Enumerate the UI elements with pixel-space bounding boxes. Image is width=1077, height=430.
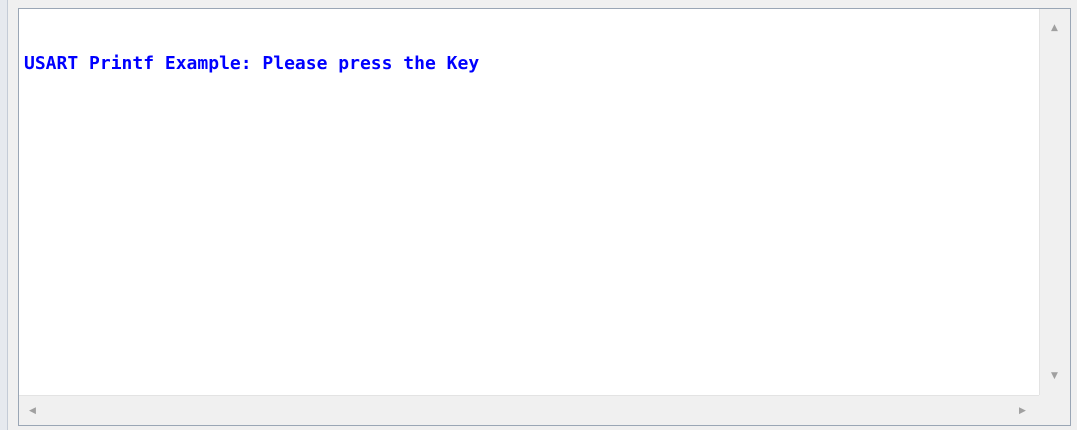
scroll-left-arrow-icon[interactable]: ◀ xyxy=(29,406,36,416)
terminal-panel: USART Printf Example: Please press the K… xyxy=(18,8,1071,426)
horizontal-scrollbar[interactable]: ◀ ▶ xyxy=(19,395,1039,425)
vertical-scrollbar[interactable]: ▲ ▼ xyxy=(1039,9,1070,395)
terminal-output-area[interactable]: USART Printf Example: Please press the K… xyxy=(19,9,1039,395)
serial-terminal-window: USART Printf Example: Please press the K… xyxy=(0,0,1077,430)
scrollbar-corner xyxy=(1039,395,1070,425)
scroll-down-arrow-icon[interactable]: ▼ xyxy=(1051,371,1058,381)
terminal-output-line: USART Printf Example: Please press the K… xyxy=(24,53,480,74)
scroll-up-arrow-icon[interactable]: ▲ xyxy=(1051,23,1058,33)
scroll-right-arrow-icon[interactable]: ▶ xyxy=(1019,406,1026,416)
window-left-border xyxy=(0,0,8,430)
